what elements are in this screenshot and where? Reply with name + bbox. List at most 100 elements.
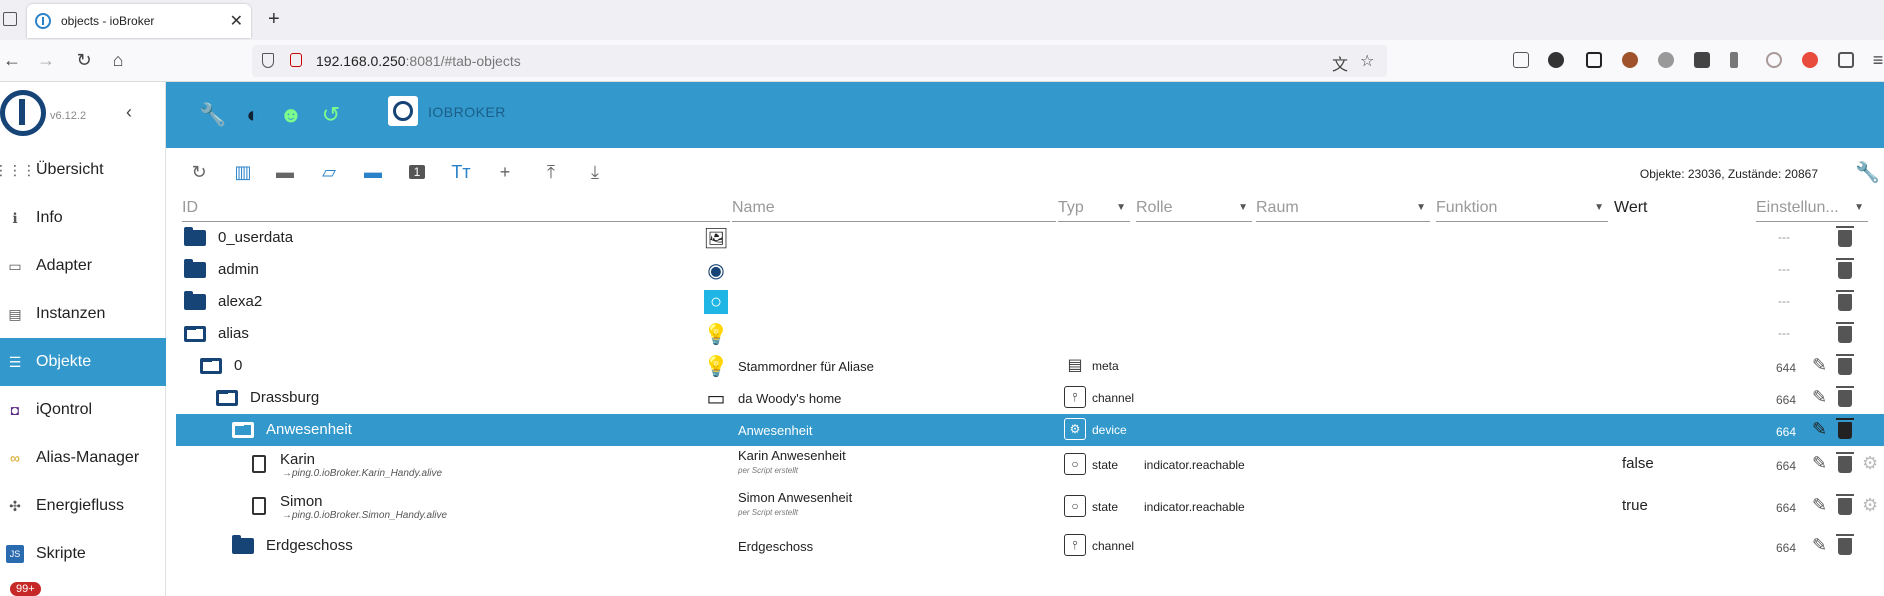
object-value[interactable]: true: [1622, 497, 1648, 514]
settings-filter[interactable]: Einstellun... ▼: [1756, 194, 1868, 222]
delete-icon[interactable]: [1836, 534, 1854, 555]
iobroker-app: v6.12.2 ‹ ⋮⋮⋮ Übersicht ℹ Info ▭ Adapter…: [0, 82, 1884, 596]
sidebar-item-alias-manager[interactable]: ∞ Alias-Manager: [0, 434, 166, 482]
add-icon[interactable]: +: [492, 159, 518, 185]
theme-icon[interactable]: ◐: [240, 102, 266, 128]
eyedropper-icon[interactable]: [1730, 52, 1738, 68]
back-icon[interactable]: ←: [2, 50, 22, 71]
channel-icon: ⫯: [1064, 386, 1086, 408]
delete-icon[interactable]: [1836, 386, 1854, 407]
folder-open-icon[interactable]: [216, 390, 238, 406]
extension-square-icon[interactable]: [1586, 52, 1602, 68]
gear-icon[interactable]: ⚙: [1862, 495, 1878, 516]
table-row[interactable]: Drassburg ▭ da Woody's home ⫯ channel 66…: [176, 382, 1884, 414]
address-bar[interactable]: 192.168.0.250:8081/#tab-objects 文 ☆: [252, 45, 1387, 77]
folder-icon[interactable]: ▬: [272, 159, 298, 185]
restart-icon[interactable]: ↺: [318, 102, 344, 128]
delete-icon[interactable]: [1836, 418, 1854, 439]
folder-open-icon[interactable]: [184, 326, 206, 342]
shield-icon[interactable]: [262, 53, 274, 68]
table-row-selected[interactable]: Anwesenheit Anwesenheit ⚙ device 664 ✎: [176, 414, 1884, 446]
folder-open-icon[interactable]: [232, 422, 254, 438]
menu-icon[interactable]: ≡: [1868, 50, 1884, 71]
settings-wrench-icon[interactable]: 🔧: [1855, 160, 1880, 185]
room-filter[interactable]: Raum ▼: [1256, 194, 1430, 222]
instance-id-icon[interactable]: 1: [404, 159, 430, 185]
upload-icon[interactable]: ⤒: [538, 159, 564, 185]
sidebar-item-skripte[interactable]: JS Skripte: [0, 530, 166, 578]
columns-icon[interactable]: ▥: [230, 159, 256, 185]
reload-icon[interactable]: ↻: [74, 50, 94, 71]
home-icon[interactable]: ⌂: [108, 50, 128, 71]
folder-icon[interactable]: [184, 291, 206, 310]
delete-icon[interactable]: [1836, 452, 1854, 473]
circle-extension-icon[interactable]: [1766, 52, 1782, 68]
table-row[interactable]: alias 💡 ---: [176, 318, 1884, 350]
bookmark-star-icon[interactable]: ☆: [1360, 51, 1374, 71]
object-value[interactable]: false: [1622, 455, 1654, 472]
gear-icon[interactable]: ⚙: [1862, 453, 1878, 474]
function-filter[interactable]: Funktion ▼: [1436, 194, 1608, 222]
type-filter[interactable]: Typ ▼: [1058, 194, 1130, 222]
adblock-plus-icon[interactable]: [1658, 52, 1674, 68]
browser-tab[interactable]: objects - ioBroker ✕: [27, 4, 251, 38]
table-row[interactable]: 0 💡 Stammordner für Aliase ▤ meta 644 ✎: [176, 350, 1884, 382]
expert-mode-icon[interactable]: ☻: [278, 102, 304, 128]
delete-icon[interactable]: [1836, 290, 1854, 311]
name-filter[interactable]: Name: [732, 194, 1056, 222]
edit-icon[interactable]: ✎: [1812, 419, 1827, 440]
edit-icon[interactable]: ✎: [1812, 355, 1827, 376]
edit-icon[interactable]: ✎: [1812, 387, 1827, 408]
column-value: Wert: [1614, 194, 1714, 222]
extension-avatar-icon[interactable]: [1548, 52, 1564, 68]
edit-icon[interactable]: ✎: [1812, 535, 1827, 556]
notification-badge[interactable]: 99+: [10, 582, 41, 596]
table-row[interactable]: 0_userdata 🖼 ---: [176, 222, 1884, 254]
sidebar-item-uebersicht[interactable]: ⋮⋮⋮ Übersicht: [0, 146, 166, 194]
table-row[interactable]: Karin →ping.0.ioBroker.Karin_Handy.alive…: [176, 446, 1884, 488]
folder-icon[interactable]: [184, 227, 206, 246]
role-filter[interactable]: Rolle ▼: [1136, 194, 1252, 222]
edit-icon[interactable]: ✎: [1812, 453, 1827, 474]
table-row[interactable]: Simon →ping.0.ioBroker.Simon_Handy.alive…: [176, 488, 1884, 530]
ublock-icon[interactable]: [1694, 52, 1710, 68]
extensions-puzzle-icon[interactable]: [1838, 52, 1854, 68]
id-filter[interactable]: ID: [182, 194, 730, 222]
new-tab-icon[interactable]: +: [268, 8, 280, 31]
wrench-icon[interactable]: 🔧: [199, 102, 226, 128]
table-row[interactable]: admin ◉ ---: [176, 254, 1884, 286]
sidebar-item-instanzen[interactable]: ▤ Instanzen: [0, 290, 166, 338]
refresh-icon[interactable]: ↻: [186, 159, 212, 185]
table-row[interactable]: alexa2 ○ ---: [176, 286, 1884, 318]
sidebar-item-adapter[interactable]: ▭ Adapter: [0, 242, 166, 290]
delete-icon[interactable]: [1836, 226, 1854, 247]
download-icon[interactable]: ⤓: [582, 159, 608, 185]
delete-icon[interactable]: [1836, 322, 1854, 343]
delete-icon[interactable]: [1836, 494, 1854, 515]
text-size-icon[interactable]: Tт: [448, 159, 474, 185]
insecure-lock-icon[interactable]: [290, 53, 302, 67]
forward-icon[interactable]: →: [36, 50, 56, 71]
collapse-sidebar-icon[interactable]: ‹: [126, 102, 132, 123]
folder-open-icon[interactable]: ▱: [316, 159, 342, 185]
sidebar-item-iqontrol[interactable]: ◘ iQontrol: [0, 386, 166, 434]
object-name: Stammordner für Aliase: [738, 359, 874, 374]
sidebar-item-info[interactable]: ℹ Info: [0, 194, 166, 242]
edit-icon[interactable]: ✎: [1812, 495, 1827, 516]
permissions: 664: [1776, 541, 1797, 555]
delete-icon[interactable]: [1836, 258, 1854, 279]
delete-icon[interactable]: [1836, 354, 1854, 375]
color-extension-icon[interactable]: [1802, 52, 1818, 68]
pocket-icon[interactable]: [1513, 52, 1529, 68]
folder-icon[interactable]: [184, 259, 206, 278]
sidebar-item-objekte[interactable]: ☰ Objekte: [0, 338, 166, 386]
folder-blue-icon[interactable]: ▬: [360, 159, 386, 185]
cookie-icon[interactable]: [1622, 52, 1638, 68]
close-tab-icon[interactable]: ✕: [230, 11, 243, 31]
translate-icon[interactable]: 文: [1332, 51, 1348, 75]
tab-list-icon[interactable]: [3, 12, 17, 26]
table-row[interactable]: Erdgeschoss Erdgeschoss ⫯ channel 664 ✎: [176, 530, 1884, 562]
sidebar-item-energiefluss[interactable]: ✣ Energiefluss: [0, 482, 166, 530]
folder-icon[interactable]: [232, 535, 254, 554]
folder-open-icon[interactable]: [200, 358, 222, 374]
